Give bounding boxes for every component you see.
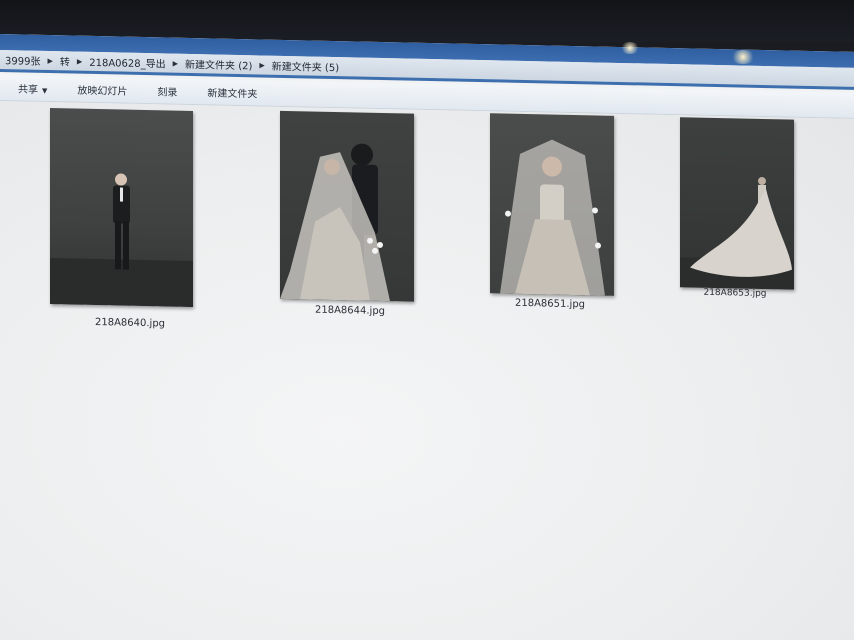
breadcrumb-item[interactable]: 3999张 xyxy=(0,52,45,68)
breadcrumb-item[interactable]: 218A0628_导出 xyxy=(84,54,170,71)
file-name[interactable]: 218A8653.jpg xyxy=(660,287,810,300)
file-list-pane[interactable]: 218A8640.jpg 218A8644.jpg 218A8651.jpg 2… xyxy=(0,101,854,640)
file-item[interactable]: 218A8644.jpg xyxy=(280,110,420,324)
breadcrumb-item[interactable]: 新建文件夹 (5) xyxy=(267,58,344,75)
chevron-right-icon[interactable]: ▶ xyxy=(171,59,180,67)
breadcrumb-item[interactable]: 转 xyxy=(55,53,75,68)
file-name[interactable]: 218A8644.jpg xyxy=(270,304,430,318)
explorer-window: 3999张 ▶ 转 ▶ 218A0628_导出 ▶ 新建文件夹 (2) ▶ 新建… xyxy=(0,34,854,640)
photo-couple-veil-icon[interactable] xyxy=(280,110,414,302)
chevron-right-icon[interactable]: ▶ xyxy=(75,57,84,65)
file-item[interactable]: 218A8640.jpg xyxy=(50,108,195,331)
new-folder-button[interactable]: 新建文件夹 xyxy=(195,84,269,101)
burn-button[interactable]: 刻录 xyxy=(145,83,189,99)
chevron-right-icon[interactable]: ▶ xyxy=(45,56,54,64)
file-name[interactable]: 218A8651.jpg xyxy=(470,297,630,311)
chevron-down-icon: ▼ xyxy=(42,86,48,95)
breadcrumb-item[interactable]: 新建文件夹 (2) xyxy=(180,56,257,73)
photo-groom-standing-icon[interactable] xyxy=(50,108,193,308)
share-button[interactable]: 共享 ▼ xyxy=(6,80,59,96)
chevron-right-icon[interactable]: ▶ xyxy=(257,61,266,69)
file-item[interactable]: 218A8651.jpg xyxy=(490,113,620,316)
file-name[interactable]: 218A8640.jpg xyxy=(50,316,210,330)
file-item[interactable]: 218A8653.jpg xyxy=(680,117,810,310)
slideshow-button[interactable]: 放映幻灯片 xyxy=(65,81,139,98)
photo-bride-train-icon[interactable] xyxy=(680,117,794,290)
share-label: 共享 xyxy=(18,84,38,96)
photo-bride-veil-icon[interactable] xyxy=(490,113,614,296)
